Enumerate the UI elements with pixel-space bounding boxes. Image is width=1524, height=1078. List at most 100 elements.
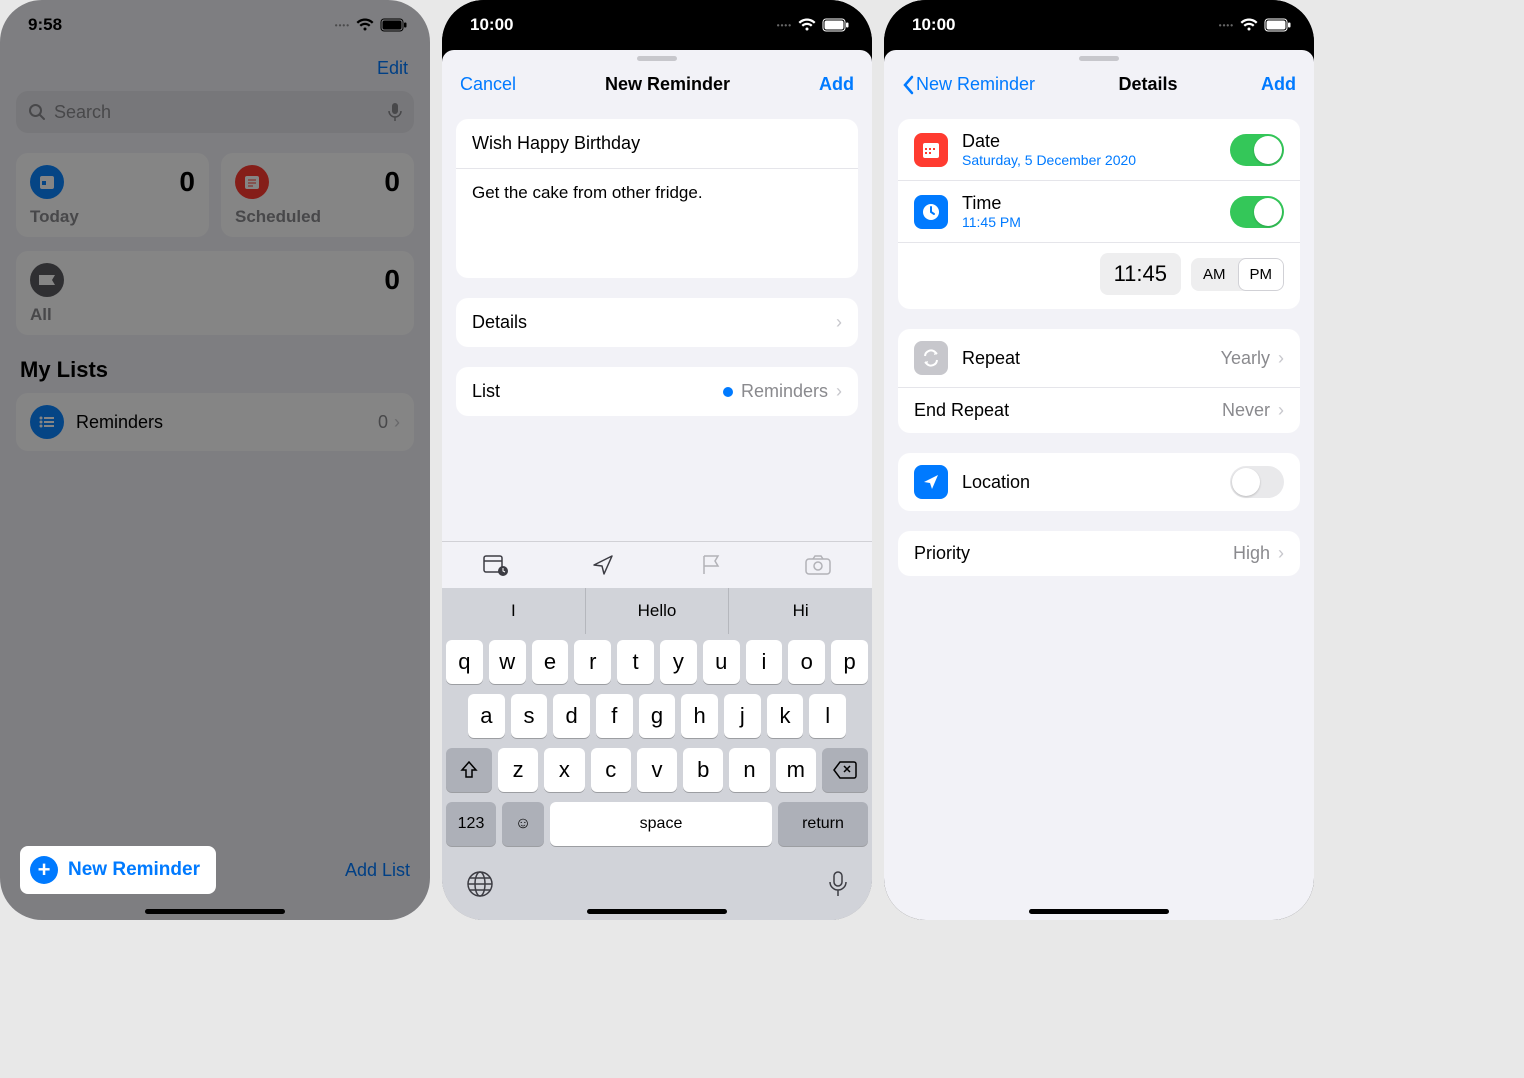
pm-option[interactable]: PM (1238, 258, 1285, 291)
calendar-clock-icon[interactable] (481, 552, 511, 578)
key-p[interactable]: p (831, 640, 868, 684)
key-g[interactable]: g (639, 694, 676, 738)
search-field[interactable]: Search (16, 91, 414, 133)
scheduled-label: Scheduled (235, 207, 400, 227)
list-row-reminders[interactable]: Reminders 0 › (16, 393, 414, 451)
title-notes-group: Wish Happy Birthday Get the cake from ot… (456, 119, 858, 278)
edit-button[interactable]: Edit (16, 50, 414, 91)
clock-icon (914, 195, 948, 229)
time-row[interactable]: Time 11:45 PM (898, 180, 1300, 242)
key-v[interactable]: v (637, 748, 677, 792)
camera-icon[interactable] (803, 552, 833, 578)
location-toggle[interactable] (1230, 466, 1284, 498)
nav-title: New Reminder (605, 74, 730, 95)
globe-icon[interactable] (466, 870, 494, 898)
chevron-right-icon: › (1278, 348, 1284, 369)
all-label: All (30, 305, 400, 325)
key-r[interactable]: r (574, 640, 611, 684)
list-row[interactable]: List Reminders › (456, 367, 858, 416)
battery-icon (822, 18, 850, 32)
status-bar: 9:58 •••• (0, 0, 430, 50)
today-card[interactable]: 0 Today (16, 153, 209, 237)
key-h[interactable]: h (681, 694, 718, 738)
date-row[interactable]: Date Saturday, 5 December 2020 (898, 119, 1300, 180)
details-row[interactable]: Details › (456, 298, 858, 347)
key-f[interactable]: f (596, 694, 633, 738)
key-q[interactable]: q (446, 640, 483, 684)
key-t[interactable]: t (617, 640, 654, 684)
home-indicator[interactable] (145, 909, 285, 914)
location-label: Location (962, 472, 1030, 493)
time-toggle[interactable] (1230, 196, 1284, 228)
key-d[interactable]: d (553, 694, 590, 738)
key-b[interactable]: b (683, 748, 723, 792)
return-key[interactable]: return (778, 802, 868, 846)
date-toggle[interactable] (1230, 134, 1284, 166)
status-icons: •••• (1219, 18, 1292, 32)
add-button[interactable]: Add (1261, 74, 1296, 95)
key-c[interactable]: c (591, 748, 631, 792)
location-row[interactable]: Location (898, 453, 1300, 511)
scheduled-card[interactable]: 0 Scheduled (221, 153, 414, 237)
numbers-key[interactable]: 123 (446, 802, 496, 846)
list-value: Reminders (741, 381, 828, 402)
key-a[interactable]: a (468, 694, 505, 738)
location-arrow-icon[interactable] (588, 552, 618, 578)
key-i[interactable]: i (746, 640, 783, 684)
today-label: Today (30, 207, 195, 227)
key-m[interactable]: m (776, 748, 816, 792)
repeat-group: Repeat Yearly › End Repeat Never › (898, 329, 1300, 433)
suggestion-1[interactable]: Hello (586, 588, 730, 634)
home-indicator[interactable] (1029, 909, 1169, 914)
key-y[interactable]: y (660, 640, 697, 684)
my-lists-header: My Lists (20, 357, 410, 383)
flag-icon[interactable] (696, 552, 726, 578)
key-k[interactable]: k (767, 694, 804, 738)
time-display[interactable]: 11:45 (1100, 253, 1181, 295)
key-w[interactable]: w (489, 640, 526, 684)
chevron-right-icon: › (394, 412, 400, 433)
end-repeat-row[interactable]: End Repeat Never › (898, 387, 1300, 433)
key-n[interactable]: n (729, 748, 769, 792)
cell-dots-icon: •••• (1219, 21, 1234, 30)
key-j[interactable]: j (724, 694, 761, 738)
ampm-segmented[interactable]: AM PM (1191, 258, 1284, 291)
end-repeat-label: End Repeat (914, 400, 1009, 421)
priority-row[interactable]: Priority High › (898, 531, 1300, 576)
suggestion-2[interactable]: Hi (729, 588, 872, 634)
repeat-row[interactable]: Repeat Yearly › (898, 329, 1300, 387)
backspace-key[interactable] (822, 748, 868, 792)
mic-icon[interactable] (388, 102, 402, 122)
key-u[interactable]: u (703, 640, 740, 684)
emoji-key[interactable]: ☺ (502, 802, 544, 846)
cancel-button[interactable]: Cancel (460, 74, 516, 95)
status-icons: •••• (777, 18, 850, 32)
reminder-title-field[interactable]: Wish Happy Birthday (456, 119, 858, 168)
location-group: Location (898, 453, 1300, 511)
all-card[interactable]: 0 All (16, 251, 414, 335)
nav-title: Details (1119, 74, 1178, 95)
dictation-icon[interactable] (828, 870, 848, 898)
priority-value: High (1233, 543, 1270, 564)
details-label: Details (472, 312, 527, 333)
key-e[interactable]: e (532, 640, 569, 684)
am-option[interactable]: AM (1191, 258, 1238, 291)
key-x[interactable]: x (544, 748, 584, 792)
home-indicator[interactable] (587, 909, 727, 914)
reminder-notes-field[interactable]: Get the cake from other fridge. (456, 168, 858, 278)
key-s[interactable]: s (511, 694, 548, 738)
chevron-right-icon: › (1278, 543, 1284, 564)
add-list-button[interactable]: Add List (345, 860, 410, 881)
date-value: Saturday, 5 December 2020 (962, 152, 1136, 168)
space-key[interactable]: space (550, 802, 772, 846)
battery-icon (380, 18, 408, 32)
shift-key[interactable] (446, 748, 492, 792)
add-button[interactable]: Add (819, 74, 854, 95)
key-o[interactable]: o (788, 640, 825, 684)
back-button[interactable]: New Reminder (902, 74, 1035, 95)
suggestion-0[interactable]: I (442, 588, 586, 634)
key-z[interactable]: z (498, 748, 538, 792)
keyboard-suggestions: I Hello Hi (442, 588, 872, 634)
new-reminder-button[interactable]: + New Reminder (20, 846, 216, 894)
key-l[interactable]: l (809, 694, 846, 738)
